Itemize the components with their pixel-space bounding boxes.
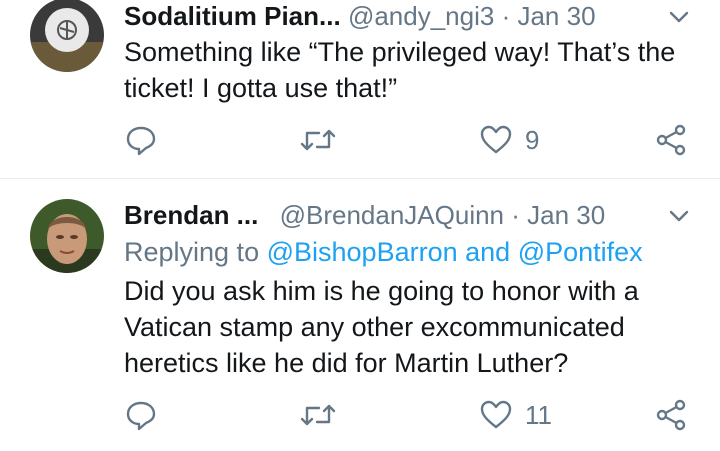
display-name[interactable]: Sodalitium Pian... (124, 1, 341, 31)
display-name[interactable]: Brendan ... (124, 200, 258, 230)
replying-to: Replying to @BishopBarron and @Pontifex (124, 234, 643, 270)
tweet-actions: 11 (124, 398, 704, 438)
tweet-text: Did you ask him is he going to honor wit… (124, 276, 639, 378)
like-count: 11 (525, 399, 552, 430)
reply-icon (124, 398, 158, 432)
tweet-date[interactable]: Jan 30 (527, 200, 605, 230)
share-button[interactable] (654, 398, 688, 432)
like-button[interactable]: 9 (479, 123, 539, 157)
avatar[interactable] (30, 199, 104, 273)
tweet-date[interactable]: Jan 30 (517, 1, 595, 31)
tweet-text: Something like “The privileged way! That… (124, 37, 676, 103)
user-handle[interactable]: @BrendanJAQuinn (280, 200, 504, 230)
replying-label: Replying to (124, 237, 260, 267)
retweet-button[interactable] (299, 123, 349, 157)
separator: · (501, 1, 511, 31)
share-icon (654, 123, 688, 157)
tweet-actions: 9 (124, 123, 704, 163)
separator: · (511, 200, 520, 230)
tweet[interactable]: Brendan ... @BrendanJAQuinn · Jan 30 Rep… (0, 179, 720, 451)
like-button[interactable]: 11 (479, 398, 552, 432)
tweet[interactable]: Sodalitium Pian... @andy_ngi3 · Jan 30 S… (0, 0, 720, 178)
avatar[interactable] (30, 0, 104, 72)
chevron-down-icon[interactable] (666, 4, 692, 30)
retweet-icon (299, 123, 337, 157)
heart-icon (479, 123, 513, 157)
retweet-icon (299, 398, 337, 432)
tweet-header: Brendan ... @BrendanJAQuinn · Jan 30 (124, 199, 650, 231)
heart-icon (479, 398, 513, 432)
like-count: 9 (525, 124, 540, 155)
reply-button[interactable] (124, 123, 170, 157)
replying-and[interactable]: and (465, 237, 510, 267)
retweet-button[interactable] (299, 398, 349, 432)
share-button[interactable] (654, 123, 688, 157)
reply-button[interactable] (124, 398, 170, 432)
tweet-header: Sodalitium Pian... @andy_ngi3 · Jan 30 (124, 0, 650, 32)
reply-icon (124, 123, 158, 157)
mention-link[interactable]: @Pontifex (518, 237, 643, 267)
user-handle[interactable]: @andy_ngi3 (348, 1, 494, 31)
chevron-down-icon[interactable] (666, 203, 692, 229)
share-icon (654, 398, 688, 432)
mention-link[interactable]: @BishopBarron (267, 237, 458, 267)
